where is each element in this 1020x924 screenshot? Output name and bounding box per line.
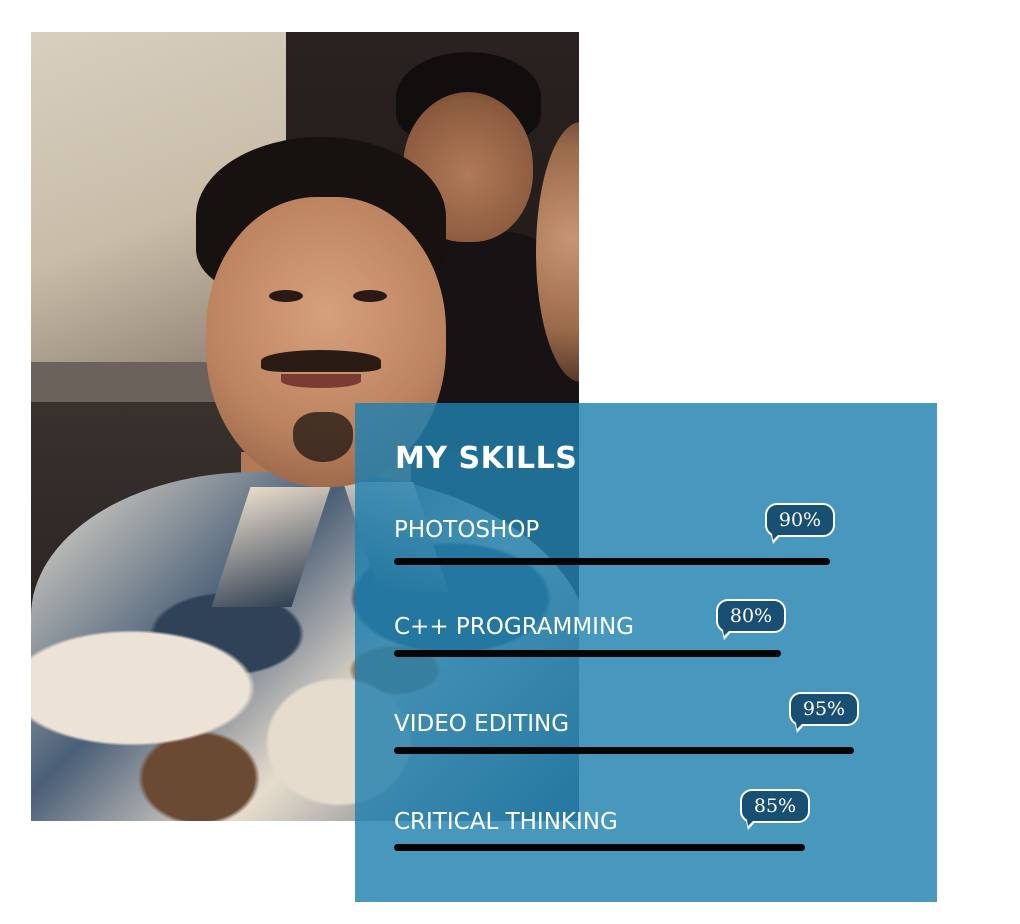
skill-percent-bubble: 80% [716, 599, 786, 640]
skills-panel: MY SKILLS PHOTOSHOP 90% C++ PROGRAMMING … [355, 403, 937, 902]
photo-eye-left [269, 290, 303, 302]
photo-mouth [281, 374, 361, 388]
skill-label: CRITICAL THINKING [394, 809, 618, 835]
skill-bar [394, 558, 830, 565]
skill-bar [394, 844, 805, 851]
skill-percent-bubble: 90% [765, 503, 835, 544]
skill-label: PHOTOSHOP [394, 517, 540, 543]
photo-eye-right [353, 290, 387, 302]
skill-bar [394, 650, 781, 657]
skill-percent-bubble: 95% [789, 692, 859, 733]
skill-label: C++ PROGRAMMING [394, 614, 634, 640]
photo-mustache [261, 350, 381, 372]
skill-percent-bubble: 85% [740, 789, 810, 830]
skill-label: VIDEO EDITING [394, 711, 570, 737]
skills-title: MY SKILLS [395, 441, 578, 476]
portfolio-skills-section: MY SKILLS PHOTOSHOP 90% C++ PROGRAMMING … [0, 0, 1020, 924]
photo-counter [31, 362, 231, 402]
photo-goatee [293, 412, 353, 462]
skill-bar [394, 747, 854, 754]
